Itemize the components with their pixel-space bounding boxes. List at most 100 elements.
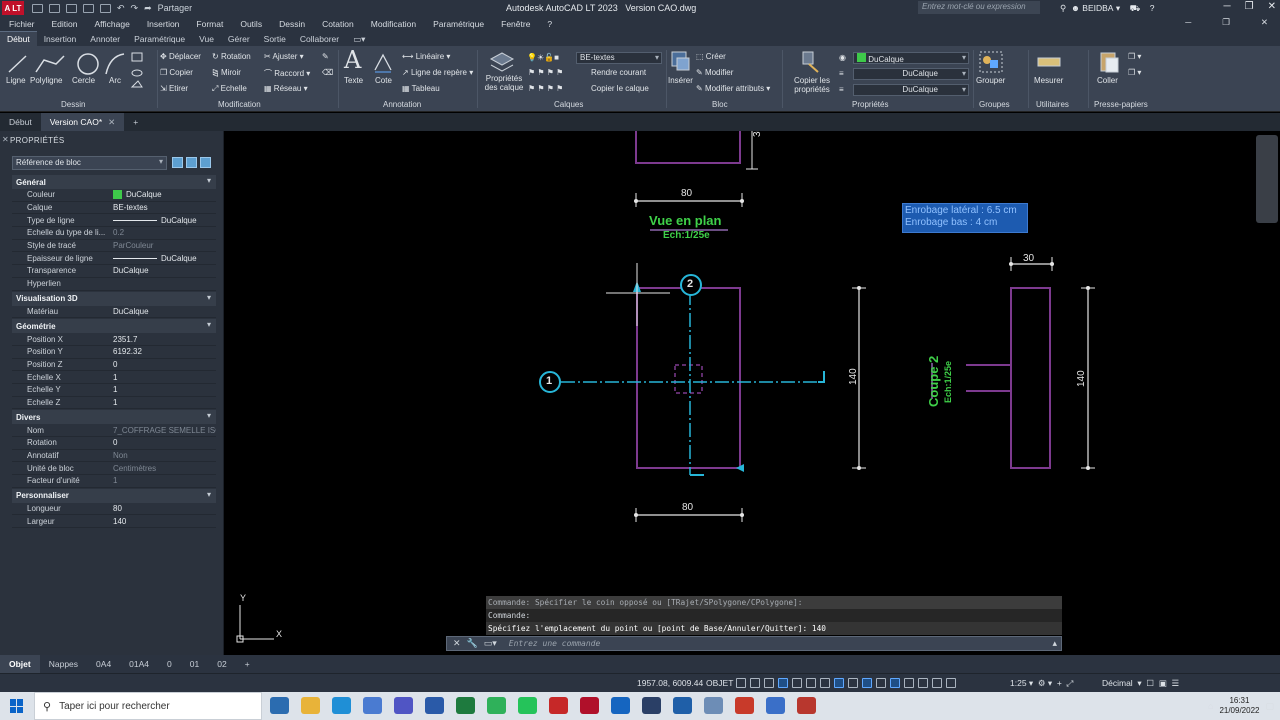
isodraft-icon[interactable] — [806, 678, 816, 688]
eraser-icon[interactable]: ⌫ — [322, 68, 333, 77]
property-section-divers[interactable]: Divers — [12, 410, 216, 425]
property-value[interactable]: 80 — [113, 504, 216, 513]
property-value[interactable]: ParCouleur — [113, 241, 216, 250]
polyline-tool-button[interactable]: Polyligne — [30, 76, 62, 85]
table-button[interactable]: ▦ Tableau — [402, 84, 440, 93]
property-row[interactable]: Echelle Y 1 — [12, 384, 216, 397]
property-row[interactable]: Echelle Z 1 — [12, 397, 216, 410]
menu-item-2[interactable]: Affichage — [95, 19, 130, 29]
text-button[interactable]: Texte — [344, 76, 363, 85]
property-row[interactable]: Echelle X 1 — [12, 371, 216, 384]
clock[interactable]: 16:31 21/09/2022 — [1219, 696, 1259, 716]
help-icon[interactable]: ? — [1150, 3, 1155, 13]
create-block-button[interactable]: ⬚ Créer — [696, 52, 726, 61]
property-value[interactable]: 1 — [113, 385, 216, 394]
search-icon[interactable]: ⚲ — [1060, 3, 1066, 13]
menu-item-9[interactable]: Paramétrique — [433, 19, 484, 29]
layer-combo[interactable]: BE-textes — [576, 52, 662, 64]
property-row[interactable]: Position Z 0 — [12, 359, 216, 372]
app-icon-d[interactable] — [735, 697, 754, 714]
property-value[interactable]: Centimètres — [113, 464, 216, 473]
dimension-button[interactable]: Cote — [375, 76, 392, 85]
utilities-panel-title[interactable]: Utilitaires — [1036, 100, 1069, 109]
property-value[interactable]: Non — [113, 451, 216, 460]
annotation-panel-title[interactable]: Annotation — [383, 100, 421, 109]
ribbon-tab-1[interactable]: Insertion — [37, 32, 84, 46]
add-layout-icon[interactable]: + — [236, 655, 259, 673]
object-snap-tracking-icon[interactable] — [820, 678, 830, 688]
layout-tab-6[interactable]: 02 — [208, 655, 235, 673]
redo-icon[interactable]: ↷ — [131, 3, 139, 14]
ribbon-tab-7[interactable]: Collaborer — [293, 32, 346, 46]
measure-button[interactable]: Mesurer — [1034, 76, 1063, 85]
revit-icon[interactable] — [611, 697, 630, 714]
copy-layer-button[interactable]: Copier le calque — [591, 84, 649, 93]
share-button[interactable]: Partager — [158, 3, 193, 13]
draw-panel-title[interactable]: Dessin — [61, 100, 85, 109]
property-section-general[interactable]: Général — [12, 175, 216, 189]
share-icon[interactable]: ➦ — [144, 3, 152, 14]
units-display[interactable]: Décimal ▾ ☐ ▣ ☰ — [1102, 678, 1179, 689]
paste-button[interactable]: Coller — [1097, 76, 1118, 85]
property-value[interactable]: DuCalque — [113, 266, 216, 275]
cart-icon[interactable]: ⛟ — [1130, 3, 1141, 13]
property-section-perso[interactable]: Personnaliser — [12, 488, 216, 503]
app-icon-a[interactable] — [642, 697, 661, 714]
ribbon-tab-0[interactable]: Début — [0, 31, 37, 46]
drawing-canvas[interactable]: 30 80 Vue en plan Ech:1/25e 1 2 140 80 C… — [226, 131, 1280, 655]
ortho-icon[interactable] — [778, 678, 788, 688]
property-row[interactable]: Hyperlien — [12, 278, 216, 291]
menu-item-0[interactable]: Fichier — [9, 19, 35, 29]
cursor-coordinates[interactable]: 1957.08, 6009.44 — [637, 678, 703, 688]
new-tab-icon[interactable]: + — [124, 113, 147, 131]
line-tool-button[interactable]: Ligne — [6, 76, 26, 85]
close-tab-icon[interactable]: ✕ — [108, 117, 115, 127]
edit-attributes-button[interactable]: ✎ Modifier attributs ▾ — [696, 84, 770, 93]
clipboard-panel-title[interactable]: Presse-papiers — [1094, 100, 1148, 109]
copy-button[interactable]: ❐ Copier — [160, 68, 193, 77]
layout-tab-0[interactable]: Objet — [0, 655, 40, 673]
lineweight-combo[interactable]: DuCalque — [853, 84, 969, 96]
property-row[interactable]: Unité de bloc Centimètres — [12, 462, 216, 476]
stretch-button[interactable]: ⇲ Etirer — [160, 84, 188, 93]
move-button[interactable]: ✥ Déplacer — [160, 52, 201, 61]
property-row[interactable]: Position X 2351.7 — [12, 333, 216, 346]
layout-tab-3[interactable]: 01A4 — [120, 655, 158, 673]
menu-item-7[interactable]: Cotation — [322, 19, 354, 29]
toggle-pickadd-icon[interactable] — [172, 157, 183, 168]
property-row[interactable]: Couleur DuCalque — [12, 189, 216, 202]
property-value[interactable]: 1 — [113, 398, 216, 407]
layer-properties-button[interactable]: Propriétés des calque — [484, 74, 524, 92]
palette-close-icon[interactable]: ✕ — [2, 135, 9, 144]
property-row[interactable]: Longueur 80 — [12, 503, 216, 516]
mirror-button[interactable]: ⧎ Miroir — [212, 68, 241, 77]
property-value[interactable]: BE-textes — [113, 203, 216, 212]
property-row[interactable]: Facteur d'unité 1 — [12, 475, 216, 488]
copy-clip-icon[interactable]: ❐ ▾ — [1128, 52, 1141, 61]
layer-tools-icons-2[interactable]: ⚑ ⚑ ⚑ ⚑ — [528, 84, 563, 93]
app-icon-f[interactable] — [797, 697, 816, 714]
property-value[interactable]: 0.2 — [113, 228, 216, 237]
dynamic-input-icon[interactable] — [764, 678, 774, 688]
menu-item-4[interactable]: Format — [196, 19, 223, 29]
property-row[interactable]: Largeur 140 — [12, 515, 216, 529]
annotation-scale[interactable]: 1:25 ▾ ⚙ ▾ + ⤢ — [1010, 678, 1073, 689]
notifications-icon[interactable]: ▢ — [1265, 701, 1274, 712]
property-row[interactable]: Nom 7_COFFRAGE SEMELLE ISO... — [12, 424, 216, 437]
minimize-icon[interactable]: ─ — [1224, 1, 1231, 12]
property-value[interactable]: 0 — [113, 438, 216, 447]
linetype-combo[interactable]: DuCalque — [853, 68, 969, 80]
minimize-drawing-icon[interactable]: ─ — [1185, 17, 1191, 28]
spotify-icon[interactable] — [487, 697, 506, 714]
annotation-visibility-icon[interactable] — [890, 678, 900, 688]
property-row[interactable]: Position Y 6192.32 — [12, 346, 216, 359]
polar-icon[interactable] — [792, 678, 802, 688]
quick-select-icon[interactable] — [200, 157, 211, 168]
cut-icon[interactable]: ❐ ▾ — [1128, 68, 1141, 77]
save-as-icon[interactable] — [83, 3, 94, 13]
property-row[interactable]: Calque BE-textes — [12, 202, 216, 215]
ribbon-tab-6[interactable]: Sortie — [257, 32, 293, 46]
hardware-accel-icon[interactable] — [946, 678, 956, 688]
chrome-icon[interactable] — [363, 697, 382, 714]
ribbon-tab-2[interactable]: Annoter — [83, 32, 127, 46]
